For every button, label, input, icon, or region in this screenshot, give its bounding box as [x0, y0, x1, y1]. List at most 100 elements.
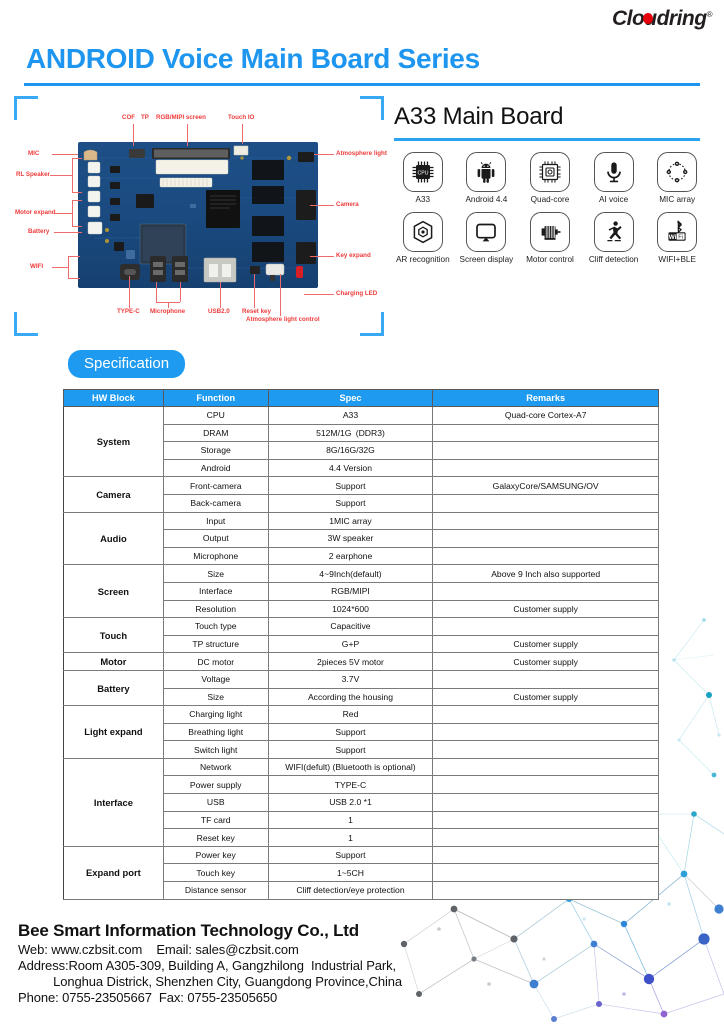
android-robot-icon	[466, 152, 507, 192]
column-header-remarks: Remarks	[432, 389, 659, 407]
corner-bracket-top-right	[360, 96, 384, 120]
feature-quad-core: Quad-core	[518, 152, 582, 204]
spec-cell: 3.7V	[267, 669, 434, 689]
function-cell: CPU	[162, 406, 269, 425]
spec-cell: RGB/MIPI	[267, 581, 434, 601]
spec-cell: 1024*600	[267, 599, 434, 619]
remarks-cell	[432, 581, 659, 601]
svg-text:Wi: Wi	[669, 234, 677, 241]
remarks-cell: Customer supply	[432, 687, 659, 707]
leader-line	[68, 256, 70, 278]
spec-cell: G+P	[267, 634, 434, 654]
brand-logo: Cloudring®	[611, 6, 713, 32]
callout-battery: Battery	[28, 228, 50, 235]
function-cell: Size	[162, 687, 269, 707]
registered-trademark-symbol: ®	[706, 10, 713, 19]
mic-array-icon	[657, 152, 698, 192]
function-cell: Touch type	[162, 617, 269, 636]
function-cell: Android	[162, 458, 269, 478]
spec-cell: Support	[267, 476, 434, 495]
hw-block-cell: System	[63, 405, 164, 478]
corner-bracket-bottom-left	[14, 312, 38, 336]
leader-line	[72, 158, 74, 192]
address-line-1: Address:Room A305-309, Building A, Gangz…	[18, 958, 397, 973]
function-cell: Power supply	[162, 775, 269, 795]
callout-cof: COF	[122, 114, 136, 121]
table-row: Screen Size 4~9Inch(default) Above 9 Inch a…	[63, 564, 659, 619]
leader-line	[310, 256, 334, 258]
function-cell: Voltage	[162, 669, 269, 689]
leader-line	[52, 154, 78, 156]
column-header-function: Function	[162, 389, 269, 407]
callout-usb20: USB2.0	[208, 308, 230, 315]
function-cell: DRAM	[162, 423, 269, 443]
web-and-email: Web: www.czbsit.com Email: sales@czbsit.…	[18, 942, 299, 957]
corner-bracket-top-left	[14, 96, 38, 120]
ar-cube-icon	[402, 212, 443, 252]
feature-label: A33	[415, 195, 431, 204]
table-row: Motor DC motor 2pieces 5V motor Customer su…	[63, 652, 659, 671]
corner-bracket-bottom-right	[360, 312, 384, 336]
leader-line	[68, 256, 80, 258]
phone-and-fax: Phone: 0755-23505667 Fax: 0755-23505650	[18, 990, 278, 1005]
spec-cell: 1	[267, 810, 434, 830]
spec-cell: TYPE-C	[267, 775, 434, 795]
leader-line	[50, 175, 72, 177]
processor-die-icon	[529, 152, 570, 192]
spec-cell: 3W speaker	[267, 529, 434, 548]
leader-line	[304, 294, 334, 296]
feature-cliff-detection: Cliff detection	[582, 212, 646, 264]
cpu-chip-icon: CPU	[402, 152, 443, 192]
company-name: Bee Smart Information Technology Co., Lt…	[18, 921, 359, 940]
function-cell: Storage	[162, 441, 269, 460]
callout-type-c: TYPE-C	[117, 308, 140, 315]
function-cell: Distance sensor	[162, 881, 269, 900]
spec-cell: 1~5CH	[267, 863, 434, 883]
remarks-cell	[432, 810, 659, 830]
remarks-cell	[432, 881, 659, 900]
specification-badge: Specification	[68, 350, 186, 378]
remarks-cell	[432, 546, 659, 566]
hw-block-cell: Camera	[63, 476, 164, 513]
spec-cell: WIFI(defult) (Bluetooth is optional)	[267, 757, 434, 777]
spec-cell: Cliff detection/eye protection	[267, 881, 434, 900]
feature-ai-voice: AI voice	[582, 152, 646, 204]
leader-line	[72, 226, 82, 228]
brand-logo-text: Cloudring®	[611, 7, 713, 31]
remarks-cell	[432, 705, 659, 724]
function-cell: Interface	[162, 581, 269, 601]
leader-line	[242, 124, 244, 144]
hw-block-cell: Motor	[63, 652, 164, 671]
remarks-cell	[432, 458, 659, 478]
remarks-cell	[432, 828, 659, 847]
function-cell: Front-camera	[162, 476, 269, 495]
leader-line	[72, 200, 74, 226]
callout-motor-expand: Motor expand	[15, 209, 56, 216]
spec-cell: 8G/16G/32G	[267, 441, 434, 460]
hw-block-cell: Screen	[63, 564, 164, 619]
svg-text:CPU: CPU	[417, 171, 428, 177]
hw-block-cell: Light expand	[63, 705, 164, 759]
function-cell: Touch key	[162, 863, 269, 883]
feature-android: Android 4.4	[455, 152, 519, 204]
hw-block-cell: Interface	[63, 757, 164, 847]
leader-line	[220, 282, 222, 308]
remarks-cell	[432, 617, 659, 636]
spec-cell: 2 earphone	[267, 546, 434, 566]
remarks-cell	[432, 669, 659, 689]
table-row: Audio Input 1MIC array	[63, 511, 659, 566]
feature-label: Android 4.4	[465, 195, 508, 204]
brand-logo-wordmark: Cloudring	[611, 7, 707, 30]
leader-line	[72, 200, 82, 202]
function-cell: TF card	[162, 810, 269, 830]
svg-text:Fi: Fi	[678, 235, 683, 241]
leader-line	[72, 192, 82, 194]
remarks-cell	[432, 740, 659, 759]
remarks-cell	[432, 757, 659, 777]
feature-label: Cliff detection	[588, 255, 639, 264]
motor-icon	[529, 212, 570, 252]
callout-charging-led: Charging LED	[336, 290, 378, 297]
remarks-cell: Above 9 Inch also supported	[432, 564, 659, 583]
feature-motor-control: Motor control	[518, 212, 582, 264]
leader-line	[129, 276, 131, 308]
